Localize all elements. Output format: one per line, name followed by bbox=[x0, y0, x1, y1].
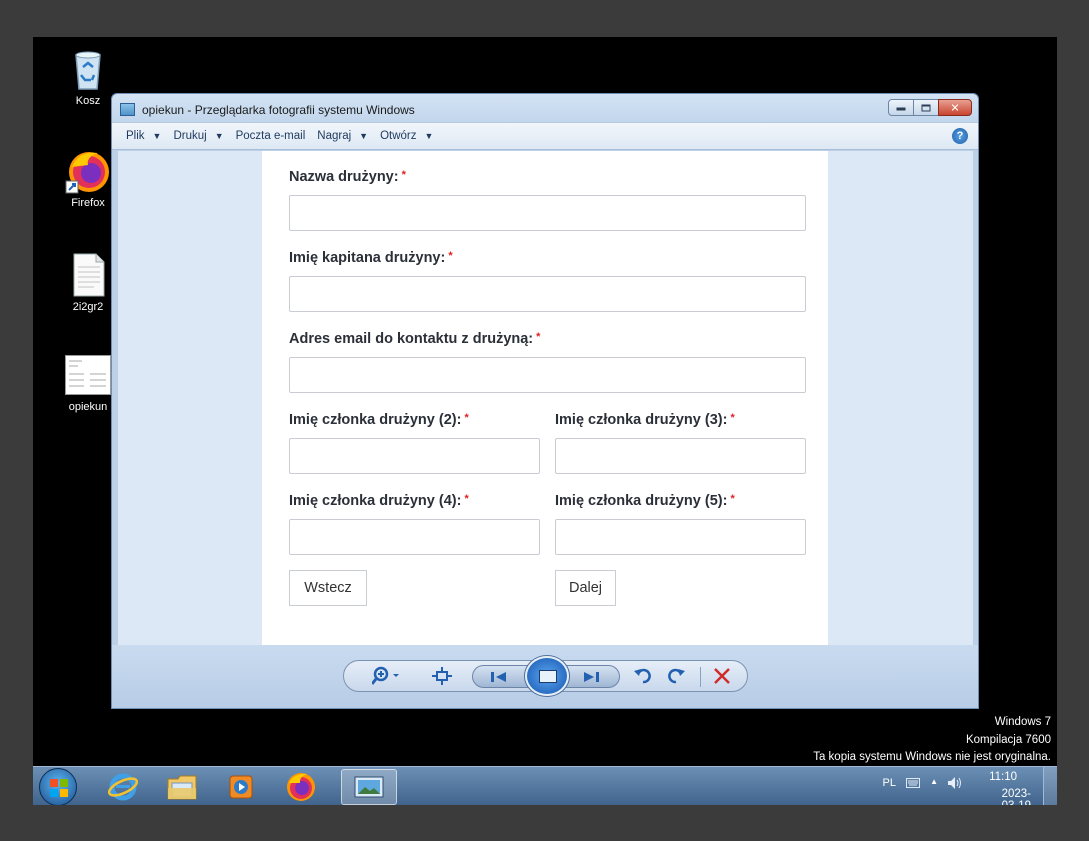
menu-otworz[interactable]: Otwórz ▼ bbox=[380, 130, 433, 142]
member-3-label: Imię członka drużyny (3): * bbox=[555, 412, 735, 428]
required-marker: * bbox=[730, 493, 735, 505]
menu-bar: Plik ▼ Drukuj ▼ Poczta e-mail Nagraj ▼ Otwó… bbox=[112, 122, 978, 150]
maximize-icon bbox=[921, 104, 931, 111]
desktop-icon-label: Firefox bbox=[71, 197, 105, 209]
zoom-icon[interactable] bbox=[370, 666, 406, 690]
image-file-icon bbox=[65, 355, 111, 395]
rotate-right-icon[interactable] bbox=[667, 666, 685, 690]
menu-plik[interactable]: Plik ▼ bbox=[126, 130, 161, 142]
member-3-field bbox=[555, 438, 806, 474]
slideshow-icon bbox=[539, 670, 557, 683]
taskbar: PL ▲ 11:10 2023-03-19 bbox=[33, 766, 1057, 805]
close-button[interactable]: ✕ bbox=[938, 99, 972, 116]
close-icon: ✕ bbox=[950, 101, 960, 114]
fit-to-window-icon[interactable] bbox=[432, 667, 452, 689]
clock-date[interactable]: 2023-03-19 bbox=[1002, 788, 1031, 805]
back-button: Wstecz bbox=[289, 570, 367, 606]
firefox-icon bbox=[64, 147, 112, 195]
required-marker: * bbox=[536, 331, 541, 343]
member-4-field bbox=[289, 519, 540, 555]
chevron-down-icon: ▼ bbox=[214, 131, 224, 141]
keyboard-icon[interactable] bbox=[906, 778, 920, 791]
menu-poczta-email[interactable]: Poczta e-mail bbox=[236, 130, 306, 142]
title-bar[interactable]: opiekun - Przeglądarka fotografii system… bbox=[112, 94, 978, 122]
explorer-folder-icon bbox=[167, 775, 197, 800]
required-marker: * bbox=[401, 169, 406, 181]
start-button[interactable] bbox=[39, 768, 77, 805]
recycle-bin-icon bbox=[64, 45, 112, 93]
toolbar-pill bbox=[343, 656, 748, 696]
member-2-label: Imię członka drużyny (2): * bbox=[289, 412, 469, 428]
desktop-icon-text-file[interactable]: 2i2gr2 bbox=[58, 251, 118, 313]
member-4-label: Imię członka drużyny (4): * bbox=[289, 493, 469, 509]
show-hidden-icons-icon[interactable]: ▲ bbox=[930, 777, 938, 786]
watermark-line-1: Windows 7 bbox=[994, 716, 1051, 728]
taskbar-media-player[interactable] bbox=[213, 769, 269, 805]
language-indicator[interactable]: PL bbox=[883, 777, 896, 789]
team-name-label: Nazwa drużyny: * bbox=[289, 169, 406, 185]
taskbar-photo-viewer[interactable] bbox=[341, 769, 397, 805]
maximize-button[interactable] bbox=[913, 99, 939, 116]
windows-logo-icon bbox=[50, 779, 68, 797]
desktop-icon-label: 2i2gr2 bbox=[72, 301, 104, 313]
desktop-icon-label: Kosz bbox=[75, 95, 101, 107]
next-button: Dalej bbox=[555, 570, 616, 606]
viewer-toolbar bbox=[112, 645, 978, 708]
desktop: Kosz Firefox 2i2gr2 opiekun opiekun - Pr… bbox=[33, 37, 1057, 805]
clock-time[interactable]: 11:10 bbox=[989, 771, 1017, 783]
previous-icon[interactable] bbox=[489, 669, 509, 689]
show-desktop-button[interactable] bbox=[1043, 767, 1057, 805]
text-file-icon bbox=[64, 251, 112, 299]
email-field bbox=[289, 357, 806, 393]
member-5-label: Imię członka drużyny (5): * bbox=[555, 493, 735, 509]
window-title: opiekun - Przeglądarka fotografii system… bbox=[142, 103, 415, 117]
chevron-down-icon: ▼ bbox=[424, 131, 434, 141]
required-marker: * bbox=[448, 250, 453, 262]
volume-icon[interactable] bbox=[947, 776, 963, 793]
desktop-icon-firefox[interactable]: Firefox bbox=[58, 147, 118, 209]
desktop-icon-label: opiekun bbox=[68, 401, 108, 413]
desktop-icon-image-file[interactable]: opiekun bbox=[58, 355, 118, 413]
taskbar-internet-explorer[interactable] bbox=[95, 769, 151, 805]
desktop-icon-recycle-bin[interactable]: Kosz bbox=[58, 45, 118, 107]
minimize-icon bbox=[896, 107, 906, 111]
chevron-down-icon: ▼ bbox=[152, 131, 162, 141]
displayed-image: Nazwa drużyny: * Imię kapitana drużyny: * … bbox=[262, 151, 828, 645]
watermark-line-3: Ta kopia systemu Windows nie jest orygin… bbox=[813, 751, 1051, 763]
captain-label: Imię kapitana drużyny: * bbox=[289, 250, 453, 266]
slideshow-button[interactable] bbox=[525, 656, 569, 696]
media-player-icon bbox=[229, 775, 253, 799]
required-marker: * bbox=[464, 493, 469, 505]
menu-nagraj[interactable]: Nagraj ▼ bbox=[317, 130, 368, 142]
menu-drukuj[interactable]: Drukuj ▼ bbox=[173, 130, 223, 142]
team-name-field bbox=[289, 195, 806, 231]
captain-field bbox=[289, 276, 806, 312]
photo-viewer-window: opiekun - Przeglądarka fotografii system… bbox=[111, 93, 979, 709]
photo-viewer-app-icon bbox=[120, 103, 135, 116]
member-2-field bbox=[289, 438, 540, 474]
toolbar-separator bbox=[700, 667, 701, 687]
member-5-field bbox=[555, 519, 806, 555]
next-icon[interactable] bbox=[581, 669, 601, 689]
watermark-line-2: Kompilacja 7600 bbox=[965, 734, 1051, 746]
required-marker: * bbox=[464, 412, 469, 424]
photo-viewer-icon bbox=[354, 776, 384, 798]
help-icon[interactable]: ? bbox=[952, 128, 968, 144]
chevron-down-icon: ▼ bbox=[359, 131, 369, 141]
firefox-icon bbox=[287, 773, 315, 801]
taskbar-explorer[interactable] bbox=[154, 769, 210, 805]
rotate-left-icon[interactable] bbox=[634, 666, 652, 690]
delete-icon[interactable] bbox=[713, 667, 731, 689]
minimize-button[interactable] bbox=[888, 99, 914, 116]
internet-explorer-icon bbox=[108, 773, 138, 801]
image-viewport: Nazwa drużyny: * Imię kapitana drużyny: * … bbox=[118, 151, 973, 645]
required-marker: * bbox=[730, 412, 735, 424]
email-label: Adres email do kontaktu z drużyną: * bbox=[289, 331, 541, 347]
taskbar-firefox[interactable] bbox=[273, 769, 329, 805]
